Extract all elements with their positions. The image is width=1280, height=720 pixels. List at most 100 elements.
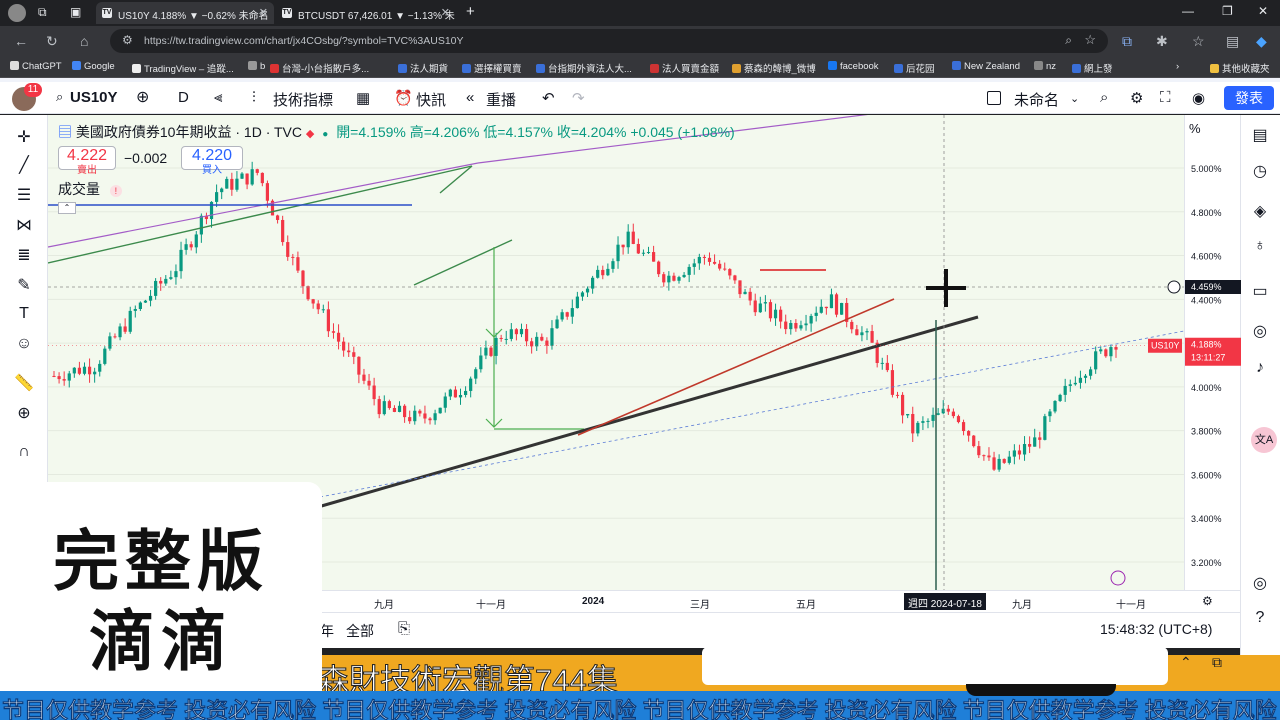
price-axis[interactable]: 5.000%4.800%4.600%4.400%4.200%4.000%3.80… xyxy=(1184,115,1241,590)
symbol-name[interactable]: US10Y xyxy=(70,89,118,106)
zoom-icon[interactable]: ⌕ xyxy=(1065,33,1072,48)
settings-gear-icon[interactable]: ⚙ xyxy=(1130,89,1143,107)
url-input[interactable]: ⚙ https://tw.tradingview.com/chart/jx4CO… xyxy=(110,29,1108,53)
fullscreen-icon[interactable]: ⛶ xyxy=(1160,89,1171,106)
timezone-clock[interactable]: 15:48:32 (UTC+8) xyxy=(1100,621,1212,637)
bookmark-item[interactable]: 選擇權買賣 xyxy=(462,61,522,75)
quick-search-icon[interactable]: ⌕ xyxy=(1100,89,1108,106)
alert-icon[interactable]: ⏰ xyxy=(394,89,413,107)
chart-type-icon[interactable]: ⫷ xyxy=(214,89,222,106)
bookmark-item[interactable]: 網上發 xyxy=(1072,61,1113,75)
text-tool-icon[interactable]: T xyxy=(14,305,34,325)
trend-line-icon[interactable]: ╱ xyxy=(14,155,34,175)
crosshair-icon[interactable]: ✛ xyxy=(14,127,34,147)
candle-body xyxy=(82,366,87,374)
range-all-button[interactable]: 全部 xyxy=(346,621,374,641)
redo-icon[interactable]: ↷ xyxy=(572,89,585,107)
tab-groups-icon[interactable]: ⧉ xyxy=(38,5,47,20)
undo-icon[interactable]: ↶ xyxy=(542,89,555,107)
bookmark-item[interactable]: 法人期貨 xyxy=(398,61,448,75)
fib-icon[interactable]: ≣ xyxy=(14,245,34,265)
extension-icon[interactable]: ⧉ xyxy=(1122,33,1132,50)
replay-button[interactable]: 重播 xyxy=(486,89,516,110)
horizontal-lines-icon[interactable]: ☰ xyxy=(14,185,34,205)
profile-avatar[interactable] xyxy=(8,4,26,22)
buy-button[interactable]: 4.220 買入 xyxy=(181,146,243,176)
bookmarks-more-icon[interactable]: › xyxy=(1176,61,1179,72)
layers-icon[interactable]: ◈ xyxy=(1249,201,1271,223)
indicators-button[interactable]: 技術指標 xyxy=(273,89,333,110)
disclaimer-text: 节目仅供教学参考 投资必有风险 节目仅供教学参考 投资必有风险 节目仅供教学参考… xyxy=(2,698,1277,720)
symbol-search-icon[interactable]: ⌕ xyxy=(56,89,63,105)
chevron-down-icon[interactable]: ⌄ xyxy=(1070,92,1079,105)
bookmark-item[interactable]: ChatGPT xyxy=(10,61,62,72)
alerts-clock-icon[interactable]: ◷ xyxy=(1249,161,1271,183)
home-icon[interactable]: ⌂ xyxy=(80,33,88,49)
tab-search-icon[interactable]: ▣ xyxy=(70,5,81,19)
ruler-icon[interactable]: 📏 xyxy=(14,373,34,393)
copilot-icon[interactable]: ◆ xyxy=(1256,33,1267,50)
close-tab-icon[interactable]: ✕ xyxy=(441,6,450,19)
bookmark-item[interactable]: Google xyxy=(72,61,115,72)
bookmark-item[interactable]: New Zealand xyxy=(952,61,1020,72)
back-icon[interactable]: ← xyxy=(14,33,28,49)
pattern-icon[interactable]: ⋈ xyxy=(14,215,34,235)
publish-button[interactable]: 發表 xyxy=(1224,86,1274,110)
tab-btcusdt[interactable]: TV BTCUSDT 67,426.01 ▼ −1.13% 未 ✕ xyxy=(276,2,456,24)
extensions-puzzle-icon[interactable]: ✱ xyxy=(1156,33,1168,50)
indicators-icon[interactable]: ⫶ xyxy=(252,89,256,106)
chat-icon[interactable]: ▭ xyxy=(1249,281,1271,303)
axis-settings-icon[interactable]: ⚙ xyxy=(1202,594,1213,608)
new-tab-icon[interactable]: + xyxy=(466,3,475,20)
brush-icon[interactable]: ✎ xyxy=(14,275,34,295)
bookmark-item[interactable]: TradingView – 追蹤... xyxy=(132,61,234,75)
collections-icon[interactable]: ▤ xyxy=(1226,33,1239,50)
snapshot-camera-icon[interactable]: ◉ xyxy=(1192,89,1205,107)
alert-button[interactable]: 快訊 xyxy=(416,89,446,110)
other-bookmarks-folder[interactable]: 其他收藏夾 xyxy=(1210,61,1270,75)
emoji-icon[interactable]: ☺ xyxy=(14,335,34,355)
date-range-icon[interactable]: ⎘ xyxy=(398,620,410,637)
address-bar-row: ← ↻ ⌂ ⚙ https://tw.tradingview.com/chart… xyxy=(0,26,1280,56)
help-icon[interactable]: ? xyxy=(1249,609,1271,631)
templates-icon[interactable]: ▦ xyxy=(356,89,370,107)
site-info-icon[interactable]: ⚙ xyxy=(122,33,133,47)
collapse-panel-icon[interactable]: ⌃ xyxy=(1180,654,1192,671)
bookmark-item[interactable]: 法人買賣金額 xyxy=(650,61,719,75)
replay-icon[interactable]: « xyxy=(466,89,474,106)
bookmark-item[interactable]: 后花园 xyxy=(894,61,935,75)
bookmark-item[interactable]: 台灣-小台指散戶多... xyxy=(270,61,369,75)
layout-name[interactable]: 未命名 xyxy=(1014,89,1059,110)
layout-checkbox-icon[interactable] xyxy=(987,91,1001,105)
bookmark-item[interactable]: 台指期外資法人大... xyxy=(536,61,632,75)
bookmark-item[interactable]: b xyxy=(248,61,265,72)
bookmark-item[interactable]: 蔡森的韓博_微博 xyxy=(732,61,816,75)
ideas-bulb-icon[interactable]: ♁ xyxy=(1249,237,1271,259)
favorites-icon[interactable]: ☆ xyxy=(1192,33,1205,50)
reload-icon[interactable]: ↻ xyxy=(46,33,58,50)
streams-icon[interactable]: ◎ xyxy=(1249,321,1271,343)
translate-icon[interactable]: 文A xyxy=(1251,427,1277,453)
target-icon[interactable]: ◎ xyxy=(1249,573,1271,595)
close-window-icon[interactable]: ✕ xyxy=(1258,4,1268,18)
range-year-button[interactable]: 年 xyxy=(320,621,334,641)
interval-button[interactable]: D xyxy=(178,89,189,106)
tab-us10y[interactable]: TV US10Y 4.188% ▼ −0.62% 未命名 ✕ xyxy=(96,2,274,24)
bookmark-item[interactable]: facebook xyxy=(828,61,879,72)
candle-body xyxy=(514,329,519,335)
sell-button[interactable]: 4.222 賣出 xyxy=(58,146,116,176)
bookmark-star-icon[interactable]: ☆ xyxy=(1084,32,1096,48)
zoom-in-icon[interactable]: ⊕ xyxy=(14,403,34,423)
legend-title[interactable]: 美國政府債券10年期收益 · 1D · TVC xyxy=(76,124,302,140)
magnet-icon[interactable]: ∩ xyxy=(14,443,34,463)
candle-body xyxy=(291,256,295,258)
maximize-icon[interactable]: ❐ xyxy=(1222,4,1233,18)
watchlist-icon[interactable]: ▤ xyxy=(1249,125,1271,147)
minimize-icon[interactable]: — xyxy=(1182,4,1194,18)
notifications-bell-icon[interactable]: ♪ xyxy=(1249,359,1271,381)
maximize-panel-icon[interactable]: ⧉ xyxy=(1212,654,1222,671)
collapse-legend-icon[interactable]: ⌃ xyxy=(58,202,76,214)
bookmark-item[interactable]: nz xyxy=(1034,61,1056,72)
compare-symbol-icon[interactable]: ⊕ xyxy=(136,87,149,107)
close-tab-icon[interactable]: ✕ xyxy=(259,6,268,19)
